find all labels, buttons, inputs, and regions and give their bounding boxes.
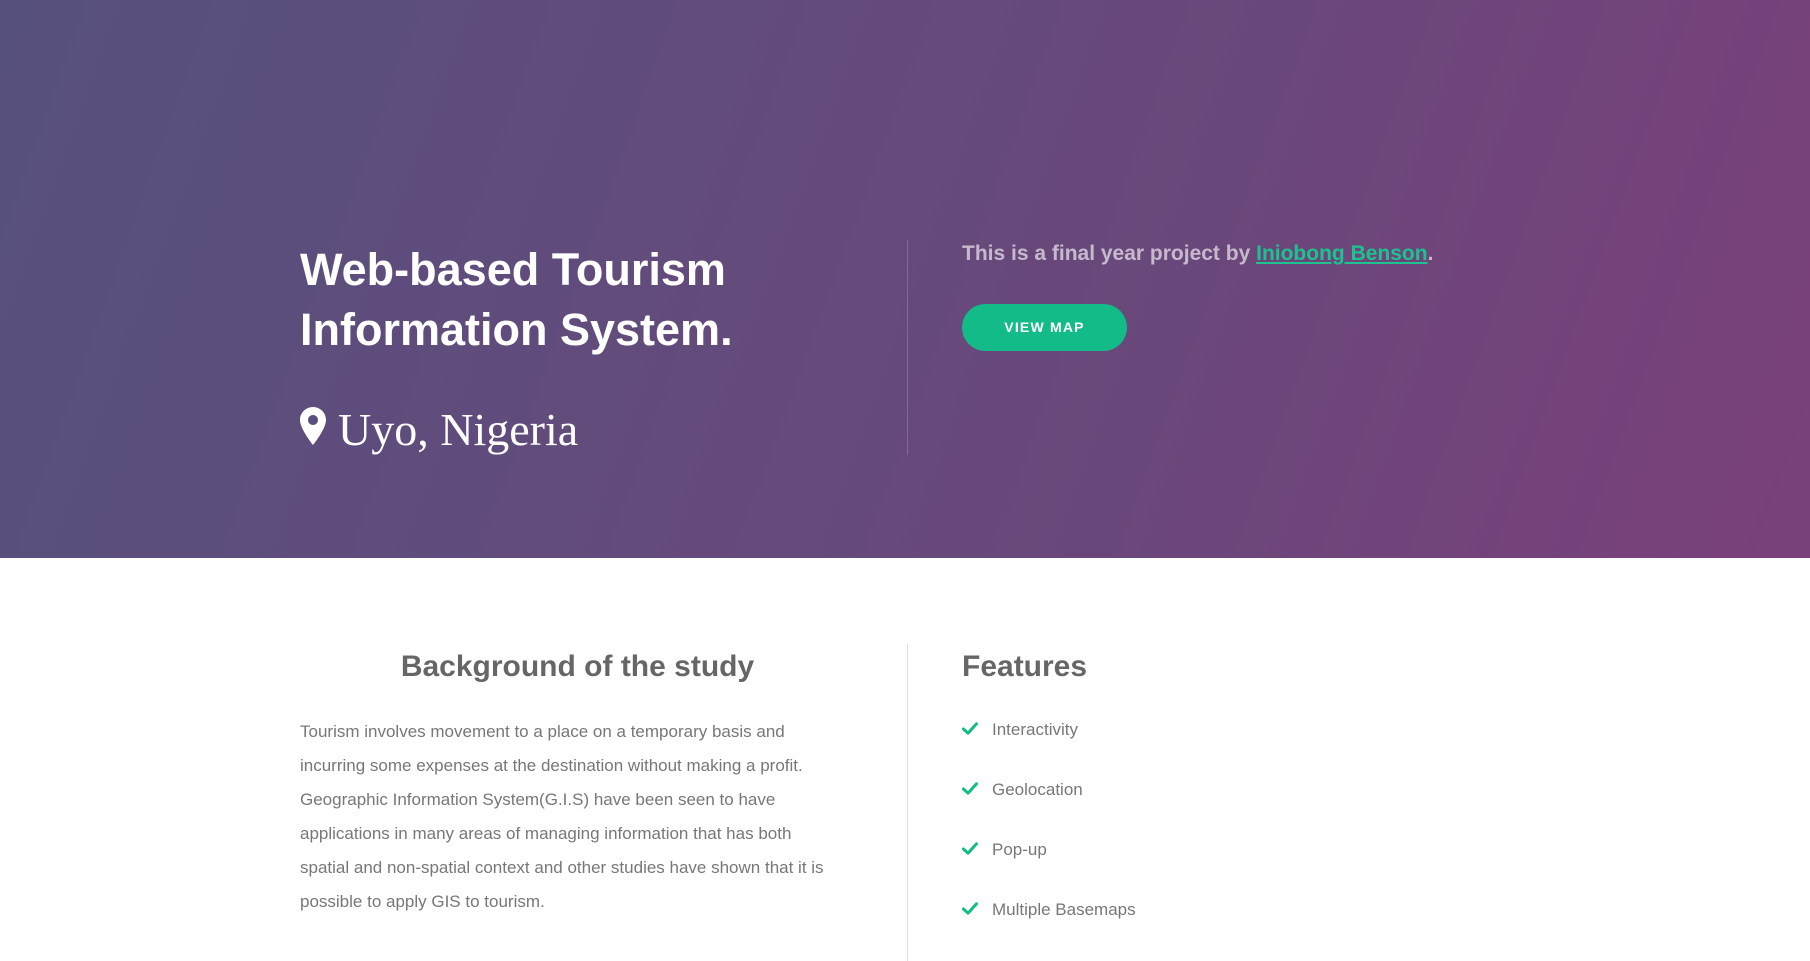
hero-right-column: This is a final year project by Iniobong… — [962, 240, 1562, 351]
background-heading: Background of the study — [400, 650, 755, 683]
author-link[interactable]: Iniobong Benson — [1256, 242, 1427, 265]
feature-label: Geolocation — [992, 780, 1083, 799]
feature-item: Geolocation — [962, 773, 1462, 807]
view-map-button[interactable]: VIEW MAP — [962, 304, 1127, 351]
feature-label: Interactivity — [992, 720, 1078, 739]
byline-suffix: . — [1427, 242, 1434, 265]
feature-item: Interactivity — [962, 713, 1462, 747]
hero-section: Web-based Tourism Information System. Uy… — [0, 0, 1810, 558]
features-list: Interactivity Geolocation Pop-up Multipl… — [962, 713, 1462, 927]
features-section: Features Interactivity Geolocation Pop-u… — [962, 645, 1462, 953]
check-icon — [962, 780, 992, 800]
project-byline: This is a final year project by Iniobong… — [962, 240, 1562, 268]
content-divider — [907, 644, 908, 961]
check-icon — [962, 840, 992, 860]
page-title: Web-based Tourism Information System. — [300, 244, 733, 355]
check-icon — [962, 720, 992, 740]
hero-divider — [907, 240, 908, 455]
features-heading: Features — [962, 650, 1088, 683]
background-section: Background of the study Tourism involves… — [300, 645, 855, 919]
feature-label: Pop-up — [992, 840, 1047, 859]
check-icon — [962, 900, 992, 920]
background-text: Tourism involves movement to a place on … — [300, 722, 824, 911]
feature-item: Multiple Basemaps — [962, 893, 1462, 927]
feature-label: Multiple Basemaps — [992, 900, 1136, 919]
location-label: Uyo, Nigeria — [338, 404, 579, 455]
feature-item: Pop-up — [962, 833, 1462, 867]
location: Uyo, Nigeria — [300, 404, 820, 456]
byline-prefix: This is a final year project by — [962, 242, 1257, 265]
hero-left-column: Web-based Tourism Information System. Uy… — [300, 240, 820, 456]
map-marker-icon — [300, 404, 338, 456]
